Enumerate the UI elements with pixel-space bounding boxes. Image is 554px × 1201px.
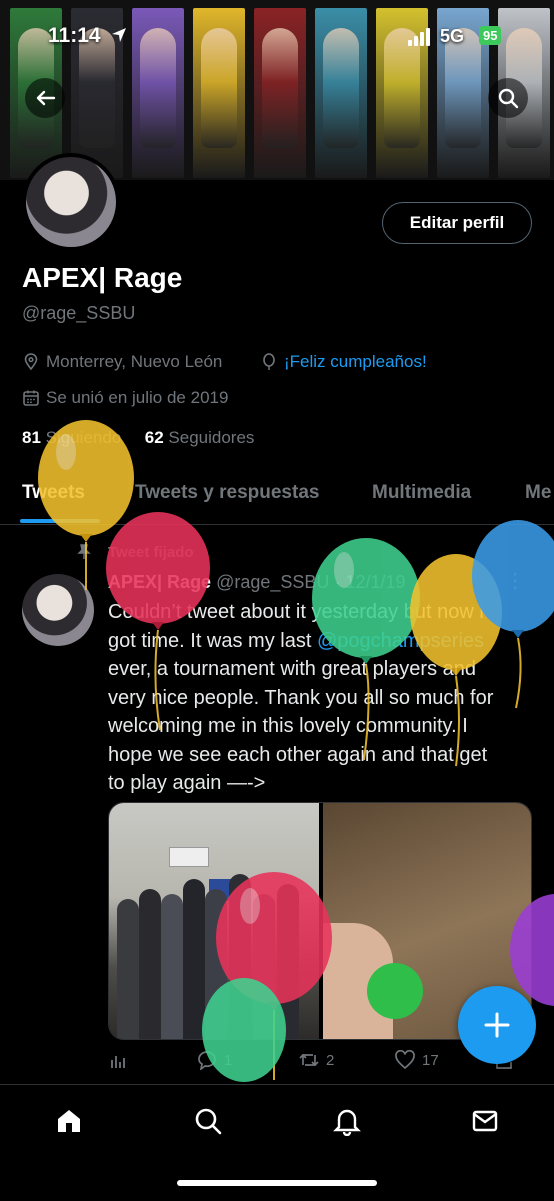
home-icon <box>58 1110 80 1132</box>
profile-location: Monterrey, Nuevo León <box>22 352 222 372</box>
nav-messages[interactable] <box>465 1101 505 1141</box>
reply-icon <box>198 1051 216 1070</box>
mail-icon <box>472 1110 498 1132</box>
reply-count: 1 <box>224 1051 233 1069</box>
profile-birthday: ¡Feliz cumpleaños! <box>260 352 427 372</box>
network-label: 5G <box>440 26 465 46</box>
tweet-photo-group[interactable] <box>109 803 319 1039</box>
tweet-mention[interactable]: @pogchampseries <box>317 630 484 652</box>
tweet-text: Couldn’t tweet about it yesterday but no… <box>108 601 494 794</box>
tweet-header: APEX| Rage @rage_SSBU · 12/1/19 <box>108 572 406 593</box>
followers-link[interactable]: 62 Seguidores <box>145 428 255 447</box>
search-icon <box>498 88 519 109</box>
search-button[interactable] <box>488 78 528 118</box>
location-text: Monterrey, Nuevo León <box>46 352 223 371</box>
profile-tabs: Tweets Tweets y respuestas Multimedia Me <box>0 478 554 525</box>
like-count: 17 <box>422 1051 439 1069</box>
search-icon <box>195 1108 222 1135</box>
tab-tweets[interactable]: Tweets <box>22 482 85 504</box>
tweet-handle: @rage_SSBU <box>216 572 330 592</box>
tab-indicator <box>20 519 100 523</box>
more-options-icon[interactable]: ⋮ <box>505 568 525 593</box>
signal-icon <box>408 28 434 46</box>
location-arrow-icon <box>110 26 128 49</box>
tab-likes[interactable]: Me <box>525 482 551 504</box>
nav-explore[interactable] <box>188 1101 228 1141</box>
edit-profile-button[interactable]: Editar perfil <box>382 202 532 244</box>
follow-counts: 81 Siguiendo 62 Seguidores <box>22 428 254 448</box>
compose-tweet-button[interactable] <box>458 986 536 1064</box>
back-arrow-icon <box>36 90 56 106</box>
pin-icon <box>76 544 92 564</box>
retweet-icon <box>299 1053 319 1067</box>
back-button[interactable] <box>25 78 65 118</box>
home-indicator <box>177 1180 377 1186</box>
tweet-actions: 1 2 17 <box>108 1050 528 1078</box>
profile-joined: Se unió en julio de 2019 <box>22 388 228 408</box>
tab-media[interactable]: Multimedia <box>372 482 471 504</box>
analytics-icon <box>111 1056 125 1068</box>
analytics-button[interactable] <box>108 1050 128 1070</box>
tweet-avatar[interactable] <box>22 574 94 646</box>
profile-name: APEX| Rage <box>22 262 183 293</box>
calendar-icon <box>22 389 40 407</box>
profile-avatar[interactable] <box>22 153 120 251</box>
status-time: 11:14 <box>48 24 101 47</box>
tab-tweets-and-replies[interactable]: Tweets y respuestas <box>135 482 319 504</box>
pinned-label: Tweet fijado <box>108 544 194 561</box>
birthday-text[interactable]: ¡Feliz cumpleaños! <box>284 352 427 372</box>
tweet-date[interactable]: · 12/1/19 <box>334 572 405 592</box>
retweet-count: 2 <box>326 1051 335 1069</box>
reply-button[interactable]: 1 <box>196 1050 232 1070</box>
battery-indicator: 95 <box>479 26 502 45</box>
following-link[interactable]: 81 Siguiendo <box>22 428 121 447</box>
joined-text: Se unió en julio de 2019 <box>46 388 229 407</box>
balloon-icon <box>260 353 278 371</box>
bell-icon <box>333 1109 361 1136</box>
status-bar: 11:14 5G 95 <box>0 20 554 54</box>
profile-handle: @rage_SSBU <box>22 303 136 323</box>
plus-icon <box>484 1012 510 1038</box>
location-pin-icon <box>22 353 40 371</box>
like-button[interactable]: 17 <box>394 1050 439 1070</box>
nav-notifications[interactable] <box>327 1101 367 1141</box>
heart-icon <box>395 1050 415 1070</box>
nav-home[interactable] <box>49 1101 89 1141</box>
tweet-author[interactable]: APEX| Rage <box>108 572 211 592</box>
retweet-button[interactable]: 2 <box>298 1050 334 1070</box>
